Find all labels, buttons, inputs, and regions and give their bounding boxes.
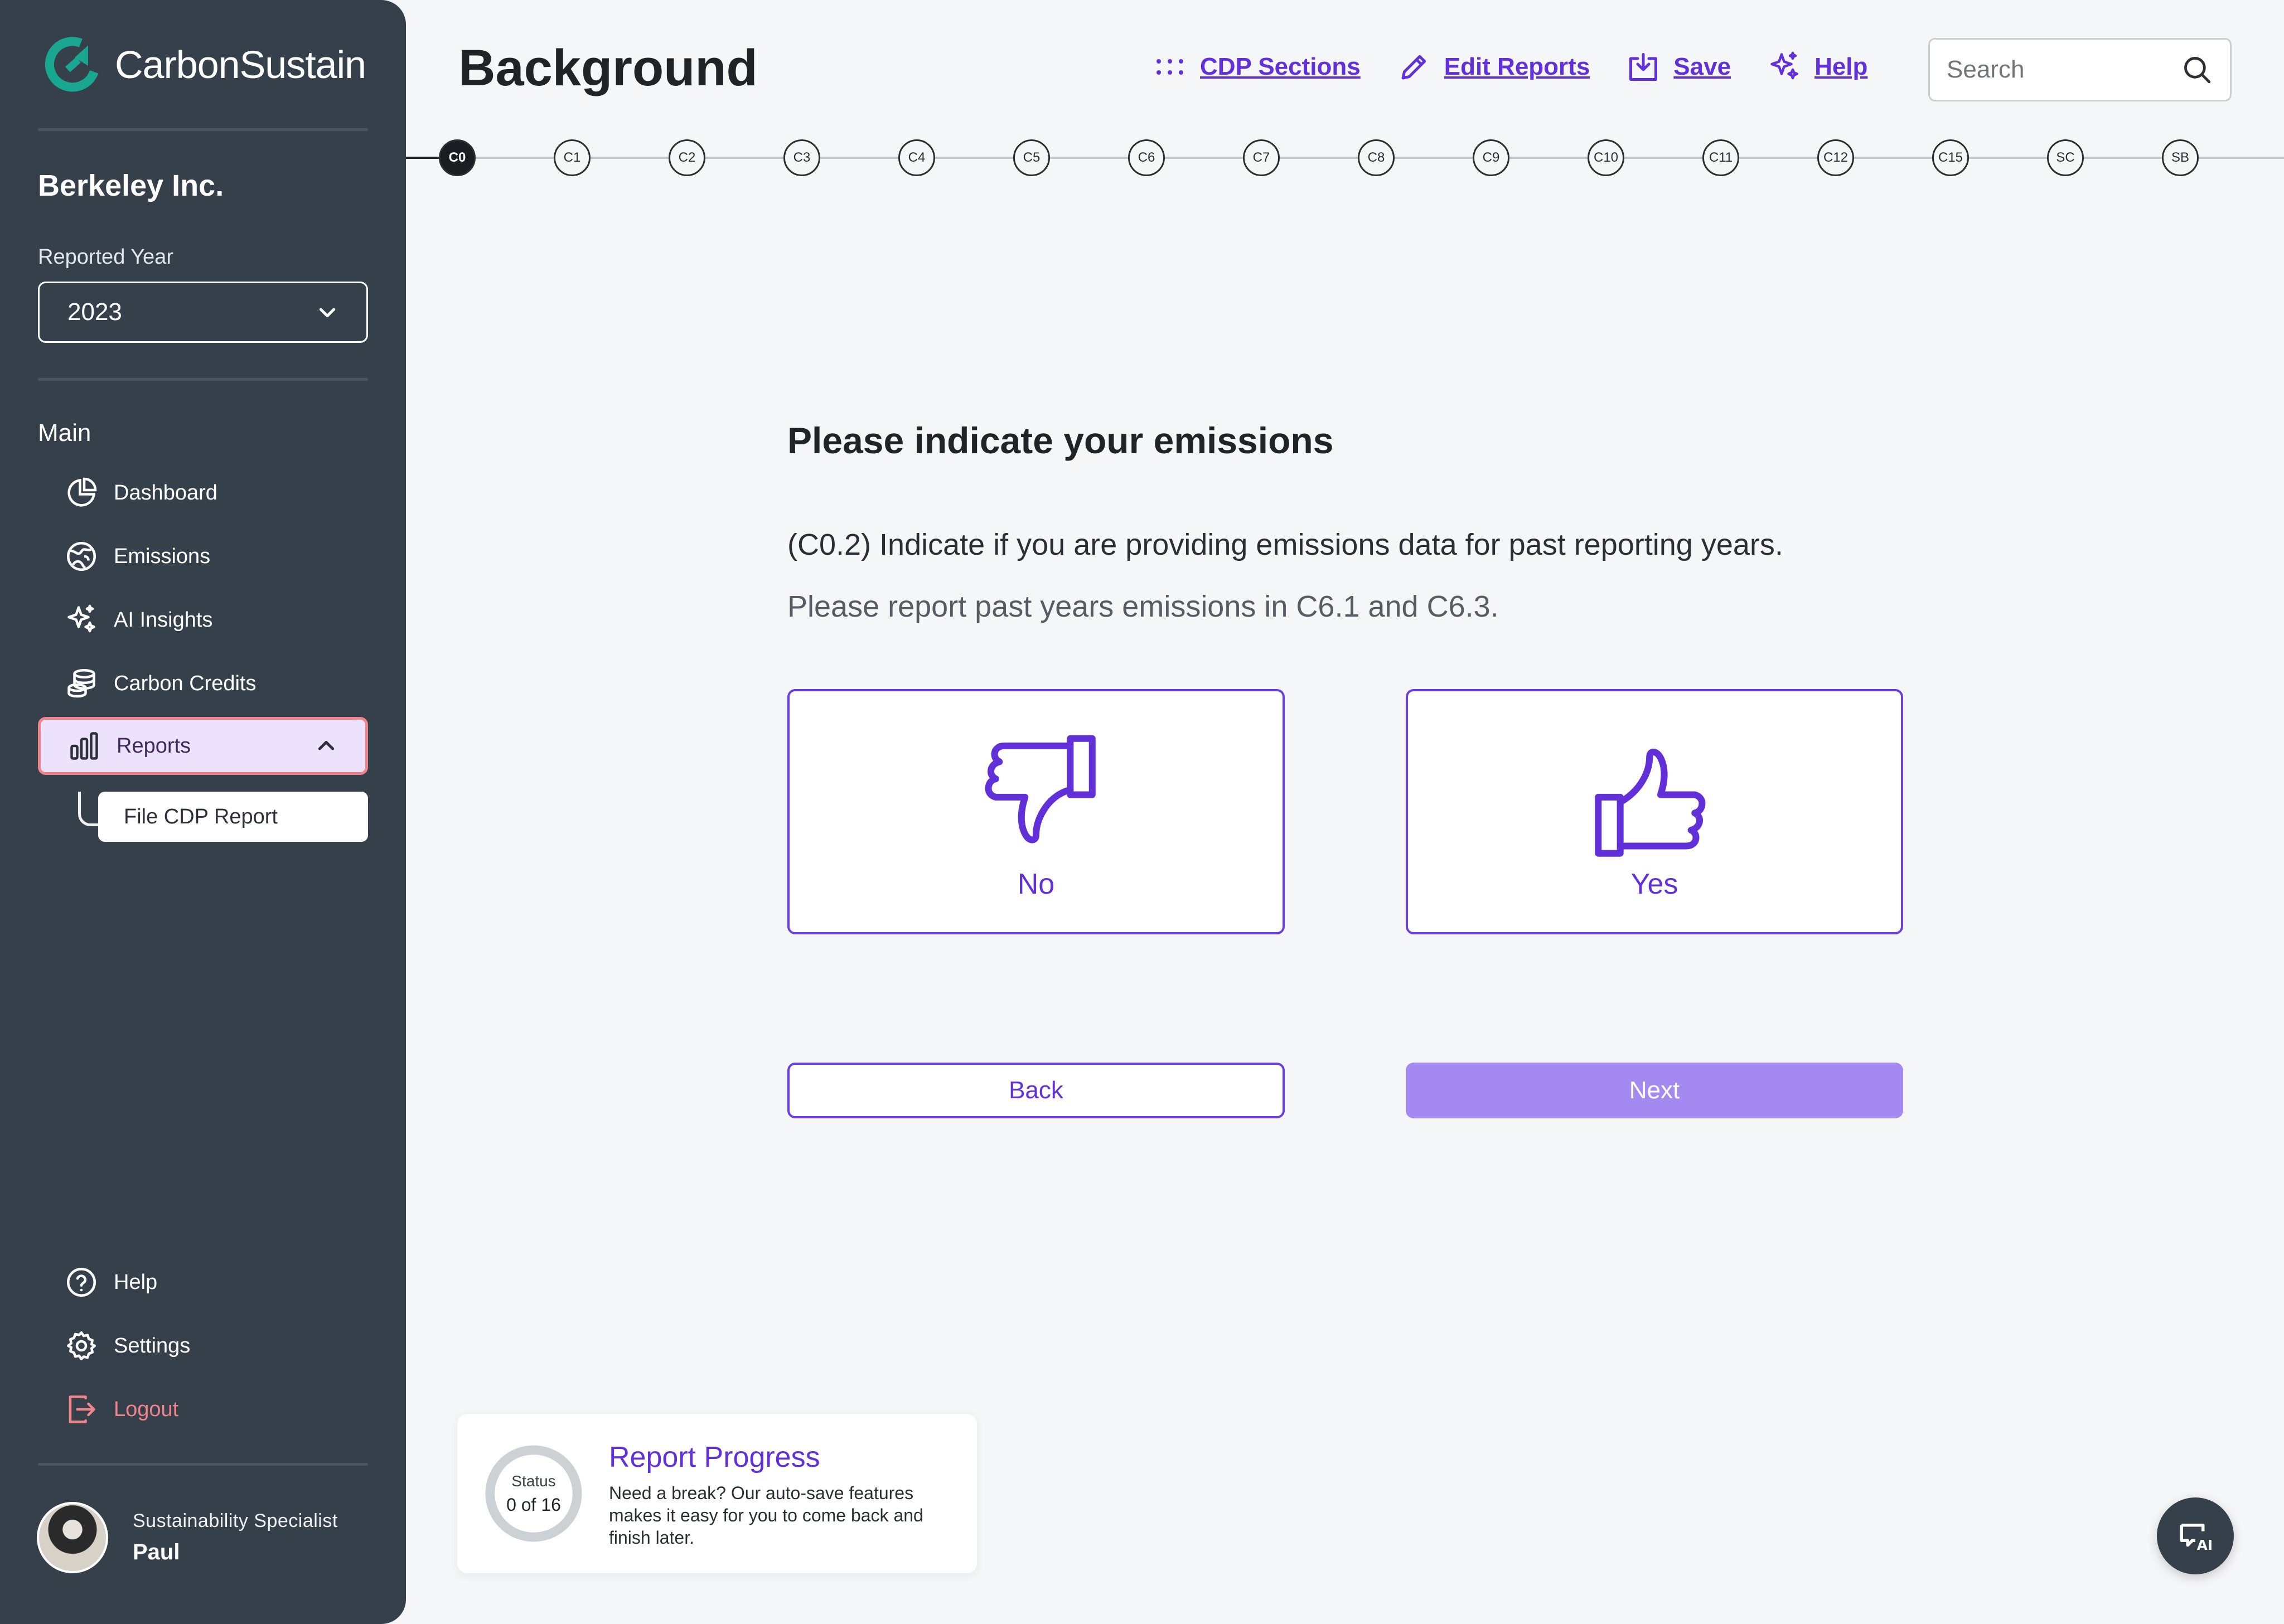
option-yes-label: Yes bbox=[1630, 868, 1678, 900]
progress-description: Need a break? Our auto-save features mak… bbox=[609, 1483, 923, 1548]
user-role: Sustainability Specialist bbox=[133, 1510, 338, 1531]
sidebar-item-ai-insights[interactable]: AI Insights bbox=[38, 591, 368, 649]
sidebar-item-label: Emissions bbox=[114, 544, 211, 568]
sidebar-item-logout[interactable]: Logout bbox=[38, 1380, 368, 1438]
search-box bbox=[1928, 38, 2232, 101]
reported-year-select[interactable]: 2023 bbox=[38, 282, 368, 343]
coins-icon bbox=[67, 669, 95, 698]
edit-reports-label: Edit Reports bbox=[1444, 53, 1590, 80]
step-c11[interactable]: C11 bbox=[1702, 139, 1739, 176]
help-circle-icon bbox=[67, 1268, 96, 1297]
reported-year-value: 2023 bbox=[67, 298, 122, 326]
option-no-card[interactable]: No bbox=[787, 689, 1285, 934]
step-c7[interactable]: C7 bbox=[1243, 139, 1280, 176]
main-section-label: Main bbox=[38, 419, 91, 447]
sidebar-item-label: Settings bbox=[114, 1334, 191, 1358]
user-name: Paul bbox=[133, 1540, 180, 1564]
avatar bbox=[37, 1502, 108, 1573]
sidebar: CarbonSustain Berkeley Inc. Reported Yea… bbox=[0, 0, 406, 1624]
search-icon[interactable] bbox=[2181, 52, 2213, 88]
cdp-sections-button[interactable]: CDP Sections bbox=[1153, 50, 1361, 84]
section-stepper: C0 C1 C2 C3 C4 C5 C6 C7 C8 C9 C10 C11 C12 C15 SC SB bbox=[406, 134, 2284, 184]
chevron-down-icon bbox=[319, 308, 336, 318]
sidebar-divider bbox=[38, 128, 368, 131]
sidebar-divider bbox=[38, 1463, 368, 1466]
sidebar-subitem-file-cdp-report[interactable]: File CDP Report bbox=[98, 792, 368, 842]
sparkles-icon bbox=[1770, 51, 1798, 80]
step-c6[interactable]: C6 bbox=[1128, 139, 1165, 176]
sidebar-item-carbon-credits[interactable]: Carbon Credits bbox=[38, 655, 368, 712]
logout-icon bbox=[69, 1395, 95, 1423]
step-c15[interactable]: C15 bbox=[1932, 139, 1969, 176]
header-toolbar: CDP Sections Edit Reports Save Help bbox=[1153, 50, 1867, 84]
help-button[interactable]: Help bbox=[1768, 50, 1867, 84]
progress-status-label: Status bbox=[511, 1472, 556, 1490]
option-yes-card[interactable]: Yes bbox=[1406, 689, 1903, 934]
sidebar-item-reports[interactable]: Reports bbox=[38, 717, 368, 775]
progress-status-value: 0 of 16 bbox=[506, 1494, 561, 1515]
sidebar-item-label: Reports bbox=[117, 734, 191, 758]
option-no-label: No bbox=[1017, 868, 1055, 900]
cdp-sections-label: CDP Sections bbox=[1200, 53, 1361, 80]
sidebar-item-label: AI Insights bbox=[114, 608, 213, 632]
submenu-connector bbox=[78, 792, 98, 826]
company-name: Berkeley Inc. bbox=[38, 169, 224, 202]
grid-dots-icon bbox=[1156, 59, 1183, 75]
gear-icon bbox=[67, 1331, 96, 1360]
step-sb[interactable]: SB bbox=[2162, 139, 2199, 176]
carbonsustain-logo-icon bbox=[45, 37, 99, 92]
brand-logo[interactable]: CarbonSustain bbox=[43, 35, 366, 95]
page-title: Background bbox=[458, 40, 758, 96]
step-c12[interactable]: C12 bbox=[1817, 139, 1854, 176]
sidebar-item-label: Logout bbox=[114, 1397, 179, 1421]
sidebar-item-label: Carbon Credits bbox=[114, 671, 257, 695]
sparkles-icon bbox=[67, 604, 95, 633]
question-text: (C0.2) Indicate if you are providing emi… bbox=[787, 528, 1783, 561]
thumbs-down-icon bbox=[985, 735, 1096, 843]
step-c5[interactable]: C5 bbox=[1013, 139, 1050, 176]
chevron-up-icon[interactable] bbox=[315, 735, 337, 757]
svg-text:AI: AI bbox=[2197, 1537, 2213, 1553]
user-profile[interactable]: Sustainability Specialist Paul bbox=[37, 1502, 338, 1573]
sidebar-item-help[interactable]: Help bbox=[38, 1253, 368, 1311]
step-c8[interactable]: C8 bbox=[1358, 139, 1395, 176]
step-sc[interactable]: SC bbox=[2047, 139, 2084, 176]
step-c1[interactable]: C1 bbox=[554, 139, 591, 176]
step-c3[interactable]: C3 bbox=[783, 139, 820, 176]
next-button[interactable]: Next bbox=[1406, 1063, 1903, 1118]
sidebar-item-emissions[interactable]: Emissions bbox=[38, 527, 368, 585]
ai-assistant-button[interactable]: AI bbox=[2157, 1497, 2234, 1574]
save-icon bbox=[1629, 53, 1658, 81]
step-c2[interactable]: C2 bbox=[669, 139, 705, 176]
sidebar-divider bbox=[38, 378, 368, 381]
sidebar-item-dashboard[interactable]: Dashboard bbox=[38, 464, 368, 522]
step-c4[interactable]: C4 bbox=[898, 139, 935, 176]
question-hint: Please report past years emissions in C6… bbox=[787, 590, 1499, 623]
progress-status: Status 0 of 16 bbox=[482, 1442, 585, 1545]
reported-year-label: Reported Year bbox=[38, 245, 173, 269]
report-progress-card: Status 0 of 16 Report Progress Need a br… bbox=[457, 1414, 977, 1573]
help-label: Help bbox=[1814, 53, 1868, 80]
ai-chat-icon: AI bbox=[2180, 1524, 2213, 1553]
brand-name: CarbonSustain bbox=[115, 43, 366, 86]
question-heading: Please indicate your emissions bbox=[787, 420, 1334, 461]
globe-icon bbox=[67, 542, 96, 571]
step-c9[interactable]: C9 bbox=[1473, 139, 1509, 176]
pie-chart-icon bbox=[67, 477, 97, 507]
save-label: Save bbox=[1673, 53, 1731, 80]
search-input[interactable] bbox=[1947, 56, 2181, 84]
pencil-icon bbox=[1401, 55, 1426, 80]
progress-title: Report Progress bbox=[609, 1441, 820, 1473]
edit-reports-button[interactable]: Edit Reports bbox=[1397, 50, 1590, 84]
back-button[interactable]: Back bbox=[787, 1063, 1285, 1118]
bar-chart-icon bbox=[70, 732, 98, 760]
step-c0[interactable]: C0 bbox=[439, 139, 476, 176]
save-button[interactable]: Save bbox=[1627, 50, 1731, 84]
thumbs-up-icon bbox=[1595, 748, 1706, 857]
step-c10[interactable]: C10 bbox=[1588, 139, 1624, 176]
sidebar-item-label: Help bbox=[114, 1270, 158, 1294]
sidebar-item-settings[interactable]: Settings bbox=[38, 1317, 368, 1375]
sidebar-item-label: Dashboard bbox=[114, 481, 217, 505]
